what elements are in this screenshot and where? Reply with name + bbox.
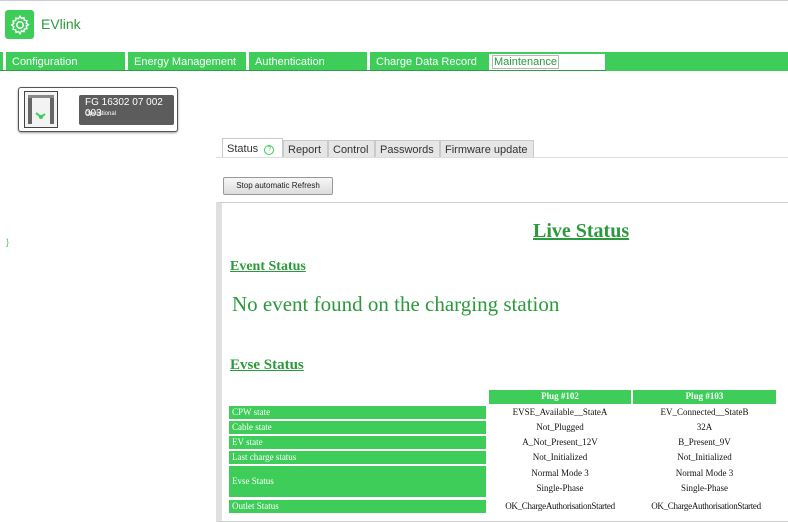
table-cell: Not_Initialized [532,452,588,462]
table-cell: B_Present_9V [678,437,731,447]
column-header: Plug #102 [489,390,631,404]
tab-control[interactable]: Control [328,140,375,157]
cell-line: Normal Mode 3 [675,468,734,478]
cell-line: Single-Phase [681,483,728,493]
nav-tab-label: Charge Data Record [376,56,477,68]
table-cell: Not_Initialized [677,452,732,462]
tab-status[interactable]: Status? [222,138,283,157]
gear-icon[interactable] [5,10,34,39]
table-cell: Not_Plugged [536,422,584,432]
event-status-heading: Event Status [230,259,306,274]
table-cell: EV_Connected__StateB [660,407,749,417]
event-message: No event found on the charging station [232,292,560,316]
row-label: Cable state [229,421,486,434]
nav-tab-label: Energy Management [134,56,237,68]
charging-station-icon [24,91,58,128]
row-label: Evse Status [229,466,486,497]
table-cell: Normal Mode 3 Single-Phase [633,466,776,497]
column-header: Plug #103 [633,390,776,404]
nav-tab-maintenance[interactable]: Maintenance [488,53,606,70]
table-cell: Normal Mode 3 Single-Phase [489,466,631,497]
brand-name: EVlink [41,16,81,32]
sidebar-brace: } [6,237,10,247]
tab-firmware-update[interactable]: Firmware update [440,140,534,157]
table-cell: OK_ChargeAuthorisationStarted [651,501,761,511]
row-label: Last charge status [229,451,486,464]
station-label: FG 16302 07 002 003 Operational [79,95,174,125]
table-cell: A_Not_Present_12V [522,437,598,447]
stop-refresh-button[interactable]: Stop automatic Refresh [223,177,333,195]
nav-tab-authentication[interactable]: Authentication [246,52,367,70]
station-status: Operational [85,111,117,117]
evse-status-heading: Evse Status [230,357,304,373]
nav-tab-label: Maintenance [492,55,559,69]
tab-passwords[interactable]: Passwords [375,140,440,157]
header: EVlink [0,0,788,47]
help-icon[interactable]: ? [264,145,275,155]
row-label: EV state [229,436,486,449]
nav-tab-label: Configuration [12,56,78,68]
row-label: CPW state [229,406,486,419]
main-nav: Configuration Energy Management Authenti… [0,52,788,71]
tab-label: Control [333,144,369,156]
table-cell: 32A [696,422,713,432]
tab-label: Passwords [380,144,434,156]
live-status-title: Live Status [533,220,630,242]
tab-label: Report [288,144,322,156]
tab-label: Status [227,143,259,155]
nav-tab-label: Authentication [255,56,325,68]
tab-divider [216,157,788,158]
nav-tab-charge-data-record[interactable]: Charge Data Record [367,52,488,70]
tab-label: Firmware update [445,144,528,156]
charging-station-card[interactable]: FG 16302 07 002 003 Operational [18,87,178,132]
tab-report[interactable]: Report [283,140,328,157]
nav-tab-energy-management[interactable]: Energy Management [125,52,246,70]
table-cell: OK_ChargeAuthorisationStarted [505,501,615,511]
nav-tab-configuration[interactable]: Configuration [3,52,125,70]
table-cell: EVSE_Available__StateA [512,407,608,417]
cell-line: Single-Phase [536,483,584,493]
row-label: Outlet Status [229,500,486,513]
cell-line: Normal Mode 3 [531,468,589,478]
